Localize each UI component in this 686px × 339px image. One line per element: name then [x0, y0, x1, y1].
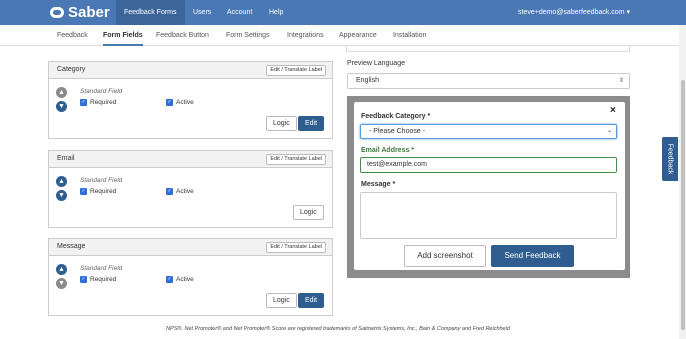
field-title: Email: [57, 155, 75, 162]
required-label: Required: [90, 276, 117, 283]
required-checkbox[interactable]: ✓ Required: [80, 99, 116, 106]
panel-header: Message Edit / Translate Label: [49, 239, 332, 256]
move-down-icon[interactable]: ▼: [56, 190, 67, 201]
field-type-label: Standard Field: [80, 177, 123, 184]
field-type-label: Standard Field: [80, 88, 123, 95]
nav-feedback-forms[interactable]: Feedback Forms: [116, 0, 185, 25]
saber-logo[interactable]: Saber: [50, 4, 110, 21]
tab-feedback-button[interactable]: Feedback Button: [156, 25, 209, 46]
checkmark-icon: ✓: [166, 188, 173, 195]
edit-button[interactable]: Edit: [298, 293, 325, 308]
field-title: Category: [57, 66, 86, 73]
feedback-category-select[interactable]: - Please Choose - ⌄: [360, 124, 617, 139]
active-label: Active: [176, 276, 194, 283]
logo-text: Saber: [68, 4, 110, 21]
field-type-label: Standard Field: [80, 265, 123, 272]
nav-help[interactable]: Help: [261, 0, 291, 25]
logic-button[interactable]: Logic: [293, 205, 324, 220]
email-address-label: Email Address *: [361, 147, 415, 154]
feedback-tab-label: Feedback: [666, 143, 674, 175]
checkmark-icon: ✓: [80, 276, 87, 283]
add-screenshot-button[interactable]: Add screenshot: [404, 245, 486, 267]
panel-header: Email Edit / Translate Label: [49, 151, 332, 168]
required-label: Required: [90, 99, 117, 106]
logic-button[interactable]: Logic: [266, 293, 297, 308]
tab-installation[interactable]: Installation: [393, 25, 426, 46]
chevron-down-icon: ▾: [626, 9, 630, 16]
tab-form-settings[interactable]: Form Settings: [226, 25, 270, 46]
active-checkbox[interactable]: ✓ Active: [166, 188, 194, 195]
edit-translate-label-button[interactable]: Edit / Translate Label: [266, 65, 326, 76]
scrollbar-thumb[interactable]: [681, 80, 685, 330]
checkmark-icon: ✓: [80, 188, 87, 195]
user-email: steve+demo@saberfeedback.com: [518, 9, 625, 16]
move-up-icon[interactable]: ▲: [56, 87, 67, 98]
preview-language-label: Preview Language: [347, 60, 405, 67]
required-checkbox[interactable]: ✓ Required: [80, 188, 116, 195]
move-down-icon[interactable]: ▼: [56, 101, 67, 112]
feedback-side-tab[interactable]: Feedback: [662, 137, 678, 181]
field-panel-message: Message Edit / Translate Label ▲ ▼ Stand…: [48, 238, 333, 316]
checkmark-icon: ✓: [166, 276, 173, 283]
tab-feedback[interactable]: Feedback: [57, 25, 88, 46]
nav-account[interactable]: Account: [219, 0, 260, 25]
preview-language-select[interactable]: English ⇕: [347, 73, 630, 89]
footer-trademark-note: NPS®, Net Promoter® and Net Promoter® Sc…: [166, 326, 510, 332]
edit-button[interactable]: Edit: [298, 116, 325, 131]
user-menu[interactable]: steve+demo@saberfeedback.com ▾: [518, 0, 630, 25]
top-navbar: Saber Feedback Forms Users Account Help …: [0, 0, 686, 25]
nav-users[interactable]: Users: [185, 0, 219, 25]
close-icon[interactable]: ×: [610, 105, 616, 116]
message-textarea[interactable]: [360, 192, 617, 239]
preview-language-value: English: [356, 77, 379, 84]
move-up-icon[interactable]: ▲: [56, 176, 67, 187]
move-down-icon[interactable]: ▼: [56, 278, 67, 289]
field-panel-email: Email Edit / Translate Label ▲ ▼ Standar…: [48, 150, 333, 228]
active-label: Active: [176, 99, 194, 106]
send-feedback-button[interactable]: Send Feedback: [491, 245, 574, 267]
feedback-category-value: - Please Choose -: [369, 128, 426, 135]
message-label: Message *: [361, 181, 396, 188]
sub-navbar: Feedback Form Fields Feedback Button For…: [0, 25, 686, 46]
logo-icon: [50, 7, 64, 18]
field-panel-category: Category Edit / Translate Label ▲ ▼ Stan…: [48, 61, 333, 139]
active-checkbox[interactable]: ✓ Active: [166, 276, 194, 283]
checkmark-icon: ✓: [166, 99, 173, 106]
tab-integrations[interactable]: Integrations: [287, 25, 324, 46]
required-label: Required: [90, 188, 117, 195]
chevron-down-icon: ⌄: [606, 128, 612, 134]
active-checkbox[interactable]: ✓ Active: [166, 99, 194, 106]
edit-translate-label-button[interactable]: Edit / Translate Label: [266, 154, 326, 165]
tab-appearance[interactable]: Appearance: [339, 25, 377, 46]
required-checkbox[interactable]: ✓ Required: [80, 276, 116, 283]
feedback-category-label: Feedback Category *: [361, 113, 431, 120]
email-address-input[interactable]: test@example.com: [360, 157, 617, 173]
active-label: Active: [176, 188, 194, 195]
chevron-updown-icon: ⇕: [618, 78, 624, 84]
field-title: Message: [57, 243, 86, 250]
panel-header: Category Edit / Translate Label: [49, 62, 332, 79]
move-up-icon[interactable]: ▲: [56, 264, 67, 275]
logic-button[interactable]: Logic: [266, 116, 297, 131]
tab-form-fields[interactable]: Form Fields: [103, 25, 143, 46]
divider: [346, 46, 630, 52]
checkmark-icon: ✓: [80, 99, 87, 106]
edit-translate-label-button[interactable]: Edit / Translate Label: [266, 242, 326, 253]
